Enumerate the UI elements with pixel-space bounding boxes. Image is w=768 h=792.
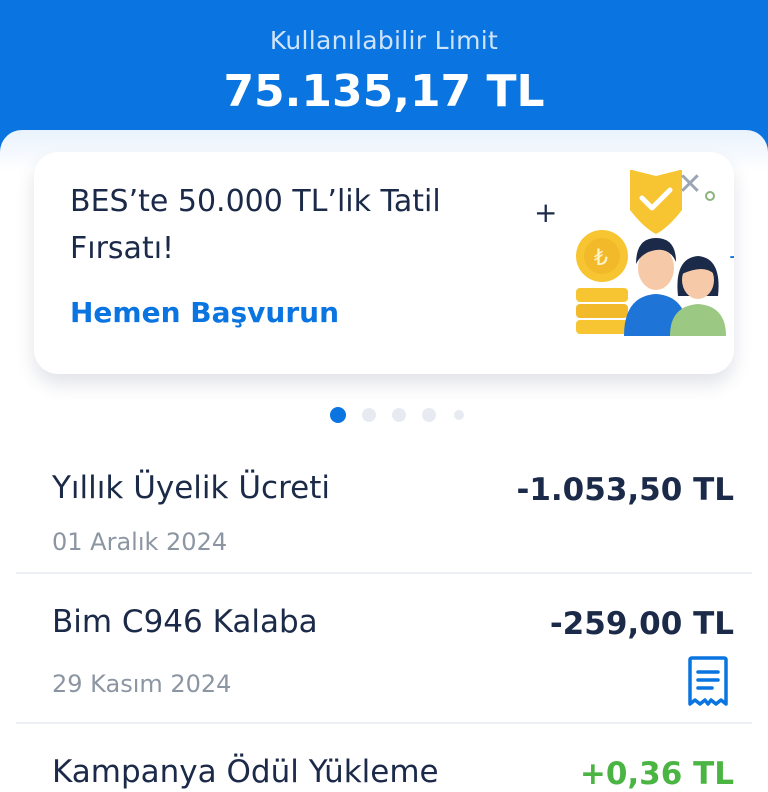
carousel-dot-3[interactable] [392, 408, 406, 422]
carousel-dot-2[interactable] [362, 408, 376, 422]
transaction-title: Kampanya Ödül Yükleme [52, 754, 439, 790]
carousel-dot-5[interactable] [454, 410, 464, 420]
available-limit-value: 75.135,17 TL [223, 66, 545, 117]
svg-text:+: + [534, 196, 557, 229]
promo-card[interactable]: BES’te 50.000 TL’lik Tatil Fırsatı! Heme… [34, 152, 734, 374]
transaction-amount: -1.053,50 TL [516, 472, 734, 508]
transaction-date: 29 Kasım 2024 [52, 670, 232, 698]
transaction-title: Bim C946 Kalaba [52, 604, 318, 640]
transaction-amount: +0,36 TL [579, 756, 734, 792]
transaction-amount: -259,00 TL [549, 606, 734, 642]
divider [16, 722, 752, 724]
transaction-row[interactable]: Kampanya Ödül Yükleme +0,36 TL [16, 742, 752, 792]
available-limit-label: Kullanılabilir Limit [269, 26, 499, 55]
svg-text:₺: ₺ [594, 246, 608, 271]
transaction-row[interactable]: Yıllık Üyelik Ücreti -1.053,50 TL 01 Ara… [16, 460, 752, 572]
transaction-row[interactable]: Bim C946 Kalaba -259,00 TL 29 Kasım 2024 [16, 592, 752, 722]
limit-header: Kullanılabilir Limit 75.135,17 TL [0, 0, 768, 172]
svg-text:+: + [728, 245, 734, 270]
carousel-dot-1[interactable] [330, 407, 346, 423]
carousel-dot-4[interactable] [422, 408, 436, 422]
divider [16, 572, 752, 574]
close-icon[interactable]: ✕ [670, 170, 710, 210]
transaction-date: 01 Aralık 2024 [52, 528, 228, 556]
promo-title: BES’te 50.000 TL’lik Tatil Fırsatı! [70, 184, 441, 266]
transaction-title: Yıllık Üyelik Ücreti [52, 470, 330, 506]
receipt-icon[interactable] [686, 656, 730, 708]
apply-now-link[interactable]: Hemen Başvurun [70, 296, 339, 329]
